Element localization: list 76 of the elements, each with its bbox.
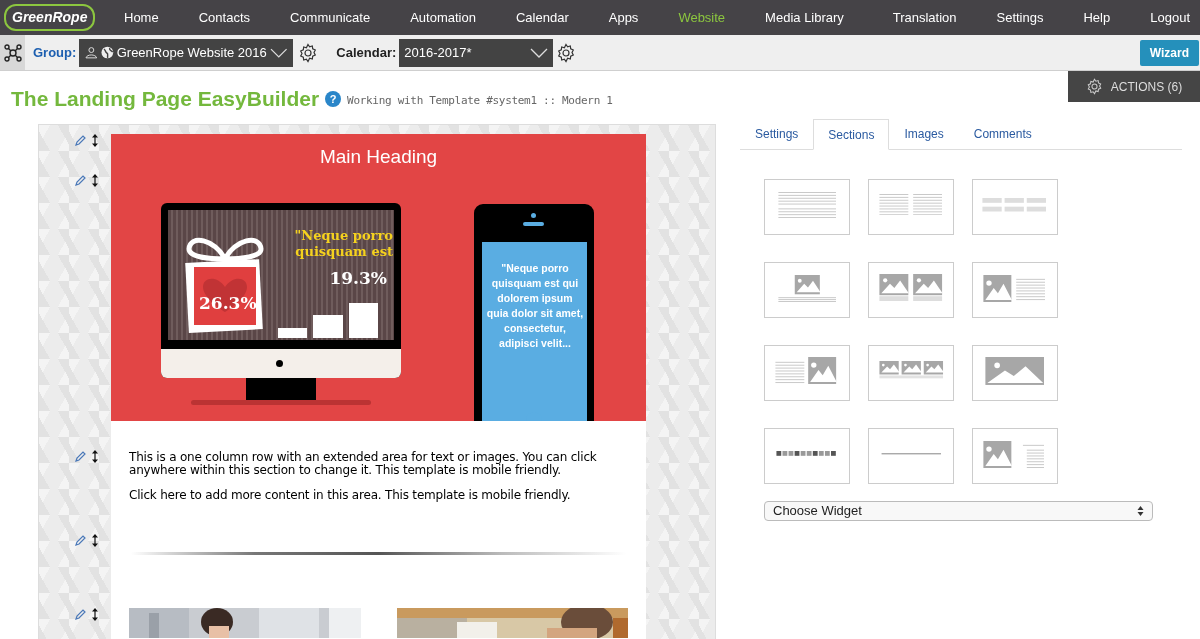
layout-preview-icon [777, 274, 837, 302]
nav-link[interactable]: Website [678, 7, 726, 28]
move-icon[interactable] [92, 174, 98, 187]
wizard-button[interactable]: Wizard [1139, 39, 1199, 66]
section-layout-tile[interactable] [972, 428, 1058, 484]
panel-tab[interactable]: Comments [958, 118, 1047, 149]
layout-preview-icon [774, 356, 837, 384]
layout-preview-icon [981, 198, 1047, 212]
section-layout-tile[interactable] [972, 179, 1058, 235]
section-layout-tile[interactable] [868, 179, 954, 235]
settings-icon [1085, 78, 1103, 95]
chevron-down-icon [530, 47, 549, 58]
section-layout-tile[interactable] [764, 262, 850, 318]
layout-preview-icon [982, 440, 1045, 468]
nav-link[interactable]: Help [1083, 7, 1111, 28]
calendar-dropdown[interactable]: 2016-2017* [399, 38, 554, 67]
help-icon[interactable]: ? [325, 90, 342, 107]
move-icon[interactable] [92, 134, 98, 147]
layout-preview-icon [984, 356, 1045, 385]
edit-icon[interactable] [74, 174, 87, 187]
page-title: The Landing Page EasyBuilder [11, 86, 320, 112]
section-layout-tile[interactable] [764, 179, 850, 235]
layout-preview-icon [878, 193, 943, 215]
section-layout-tile[interactable] [764, 428, 850, 484]
body-paragraph[interactable]: This is a one column row with an extended area for text or images. You can click anywhere within this section to change it. This template is mobile friendly. [129, 451, 628, 477]
globe-icon [101, 46, 114, 59]
nav-link[interactable]: Translation [892, 7, 957, 28]
calendar-label: Calendar: [336, 43, 397, 62]
panel-tab[interactable]: Sections [813, 119, 890, 150]
edit-icon[interactable] [74, 450, 87, 463]
layout-preview-icon [878, 273, 943, 301]
group-label: Group: [33, 43, 77, 62]
move-icon[interactable] [92, 608, 98, 621]
chevron-down-icon [269, 47, 288, 58]
template-info: Working with Template #system1 :: Modern 1 [347, 92, 613, 109]
nav-link[interactable]: Home [124, 7, 159, 28]
stat-label: 26.3% [199, 292, 257, 315]
edit-icon[interactable] [74, 534, 87, 547]
actions-button[interactable]: ACTIONS (6) [1068, 71, 1200, 102]
logo[interactable]: GreenRope [4, 4, 96, 31]
edit-icon[interactable] [74, 608, 87, 621]
nav-link[interactable]: Automation [410, 7, 476, 28]
group-dropdown[interactable]: GreenRope Website 2016 [79, 38, 294, 67]
panel-tab[interactable]: Images [889, 118, 959, 149]
main-heading: Main Heading [318, 145, 439, 169]
section-layout-tile[interactable] [868, 345, 954, 401]
quote-text: "Neque porro quisquam est [293, 228, 393, 260]
panel-tab[interactable]: Settings [740, 118, 814, 149]
settings-icon[interactable] [556, 42, 577, 63]
nav-link[interactable]: Calendar [515, 7, 569, 28]
layout-preview-icon [777, 191, 837, 218]
layout-preview-icon [775, 451, 836, 456]
nav-link[interactable]: Contacts [198, 7, 250, 28]
widget-select[interactable]: Choose Widget [764, 501, 1153, 521]
nav-link[interactable]: Communicate [290, 7, 371, 28]
stat-label: 19.3% [329, 267, 387, 290]
network-icon[interactable] [0, 35, 25, 70]
move-icon[interactable] [92, 534, 98, 547]
nav-link[interactable]: Apps [608, 7, 639, 28]
move-icon[interactable] [92, 450, 98, 463]
edit-icon[interactable] [74, 134, 87, 147]
section-layout-tile[interactable] [972, 345, 1058, 401]
people-icon [85, 46, 98, 59]
layout-preview-icon [982, 274, 1046, 302]
section-layout-tile[interactable] [868, 262, 954, 318]
section-layout-tile[interactable] [868, 428, 954, 484]
body-paragraph[interactable]: Click here to add more content in this area. This template is mobile friendly. [129, 489, 628, 502]
layout-preview-icon [878, 361, 945, 379]
nav-link[interactable]: Media Library [765, 7, 844, 28]
select-arrows-icon [1137, 505, 1144, 517]
settings-icon[interactable] [298, 42, 319, 63]
nav-link[interactable]: Logout [1150, 7, 1190, 28]
section-layout-tile[interactable] [972, 262, 1058, 318]
phone-quote-text: "Neque porro quisquam est qui dolorem ipsum quia dolor sit amet, consectetur, adipisci velit... [486, 261, 584, 351]
nav-link[interactable]: Settings [996, 7, 1044, 28]
section-layout-tile[interactable] [764, 345, 850, 401]
